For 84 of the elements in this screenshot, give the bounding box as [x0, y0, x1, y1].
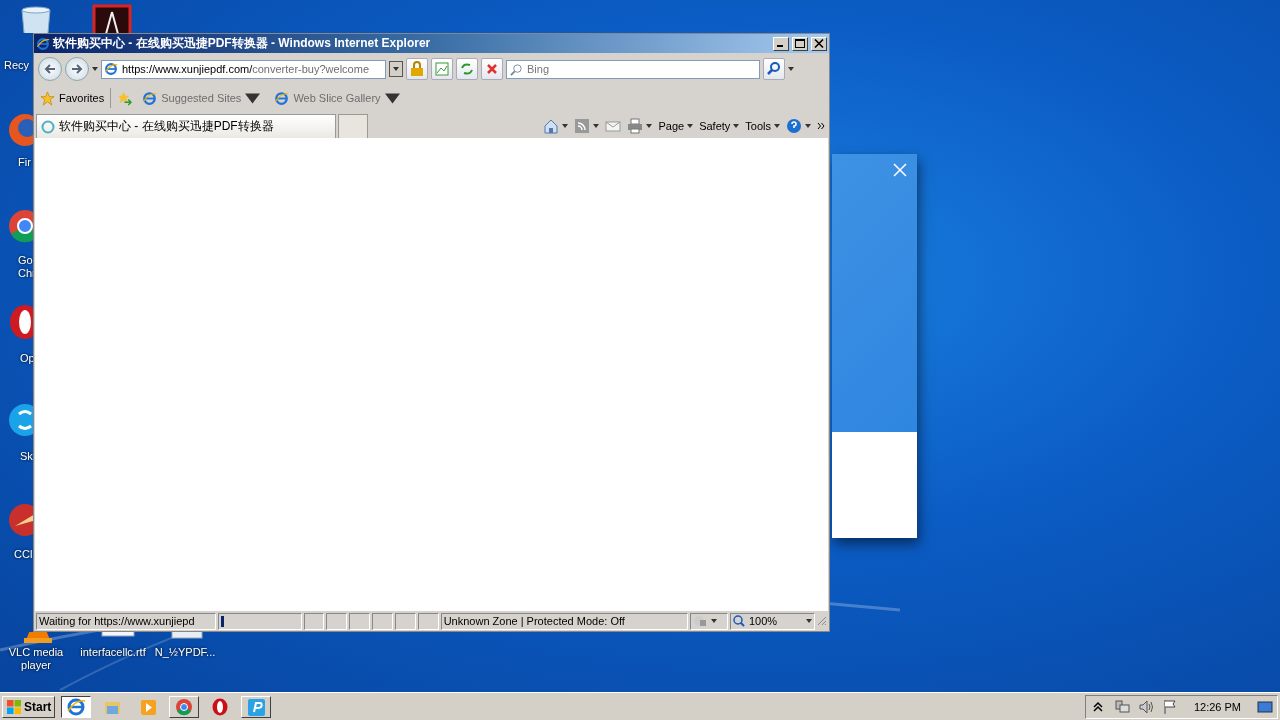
lock-icon — [409, 61, 425, 77]
caret-icon — [687, 124, 694, 128]
globe-icon — [104, 62, 118, 76]
stop-button[interactable] — [481, 58, 503, 80]
star-icon — [40, 90, 55, 106]
desktop-icon-label[interactable]: N_½YPDF... — [152, 646, 218, 659]
feed-icon — [574, 118, 591, 134]
back-arrow-icon — [43, 62, 57, 76]
refresh-icon — [459, 61, 475, 77]
show-desktop-icon[interactable] — [1257, 698, 1273, 715]
desktop-icon-label[interactable]: CCl — [14, 548, 33, 561]
resize-grip-icon[interactable] — [817, 616, 828, 626]
search-icon — [510, 62, 523, 76]
zone-status: Unknown Zone | Protected Mode: Off — [440, 612, 689, 630]
dropdown-button[interactable] — [389, 61, 403, 77]
maximize-button[interactable] — [792, 36, 808, 51]
flag-icon[interactable] — [1161, 698, 1178, 715]
app-icon[interactable] — [92, 4, 132, 33]
print-button[interactable] — [627, 118, 653, 134]
desktop-icon-label[interactable]: interfacellc.rtf — [74, 646, 152, 659]
address-field[interactable]: https://www.xunjiepdf.com/converter-buy?welcome — [101, 59, 386, 79]
network-icon[interactable] — [1113, 698, 1130, 715]
zoom-icon — [732, 615, 745, 627]
shield-icon — [693, 615, 708, 627]
command-menu[interactable]: Tools — [745, 120, 780, 132]
close-icon — [814, 39, 824, 48]
caret-icon — [788, 67, 794, 71]
minimize-button[interactable] — [773, 36, 789, 51]
loading-icon — [41, 119, 55, 134]
app-icon — [246, 696, 267, 717]
search-button[interactable] — [763, 58, 785, 80]
home-button[interactable] — [543, 118, 569, 134]
volume-icon[interactable] — [1137, 698, 1154, 715]
help-button[interactable] — [786, 118, 811, 134]
help-icon — [786, 118, 802, 134]
home-icon — [543, 118, 560, 134]
favorites-link[interactable]: Suggested Sites — [138, 90, 265, 106]
protected-mode-button[interactable] — [690, 612, 728, 630]
caret-icon — [806, 619, 813, 623]
caret-icon — [562, 124, 569, 128]
desktop-icon-label[interactable]: Fir — [18, 156, 31, 169]
caret-icon — [805, 124, 811, 128]
desktop-icon-label[interactable]: Sk — [20, 450, 33, 463]
zoom-button[interactable]: 100% — [729, 612, 816, 630]
maximize-icon — [795, 39, 805, 48]
desktop-icon-label[interactable]: Recy — [4, 59, 30, 72]
caret-icon — [393, 67, 399, 71]
clock[interactable]: 12:26 PM — [1193, 700, 1241, 713]
globe-icon — [36, 36, 50, 51]
browser-tab[interactable]: 软件购买中心 - 在线购买迅捷PDF转换器 — [36, 114, 336, 138]
close-icon[interactable] — [893, 163, 907, 177]
start-button[interactable]: Start — [2, 695, 56, 718]
caret-icon — [646, 124, 653, 128]
refresh-button[interactable] — [456, 58, 478, 80]
favorites-link[interactable]: Web Slice Gallery — [270, 90, 404, 106]
caret-icon — [92, 67, 98, 71]
caret-icon — [711, 619, 718, 623]
back-button[interactable] — [38, 57, 62, 81]
feeds-button[interactable] — [574, 118, 600, 134]
desktop-icon-label[interactable]: VLC media player — [4, 646, 68, 672]
forward-arrow-icon — [70, 62, 84, 76]
globe-icon — [142, 90, 158, 106]
page-icon — [434, 61, 450, 77]
printer-icon — [627, 118, 644, 134]
chevron-icon[interactable] — [817, 122, 825, 130]
forward-button[interactable] — [65, 57, 89, 81]
close-button[interactable] — [811, 36, 827, 51]
windows-logo-icon — [6, 698, 22, 715]
globe-icon — [274, 90, 290, 106]
search-field[interactable]: Bing — [506, 59, 760, 79]
browser-icon — [174, 696, 195, 717]
window-title: 软件购买中心 - 在线购买迅捷PDF转换器 - Windows Internet Explorer — [53, 35, 432, 52]
taskbar-button[interactable] — [61, 695, 92, 718]
favorites-button[interactable]: Favorites — [40, 90, 105, 106]
caret-icon — [774, 124, 780, 128]
command-menu[interactable]: Safety — [699, 120, 740, 132]
status-text: Waiting for https://www.xunjiepd — [36, 612, 217, 630]
caret-icon — [733, 124, 740, 128]
command-menu[interactable]: Page — [658, 120, 694, 132]
caret-icon — [593, 124, 600, 128]
envelope-icon — [605, 118, 622, 134]
star-arrow-icon — [117, 90, 133, 106]
browser-icon — [66, 696, 87, 717]
search-icon — [766, 61, 782, 77]
